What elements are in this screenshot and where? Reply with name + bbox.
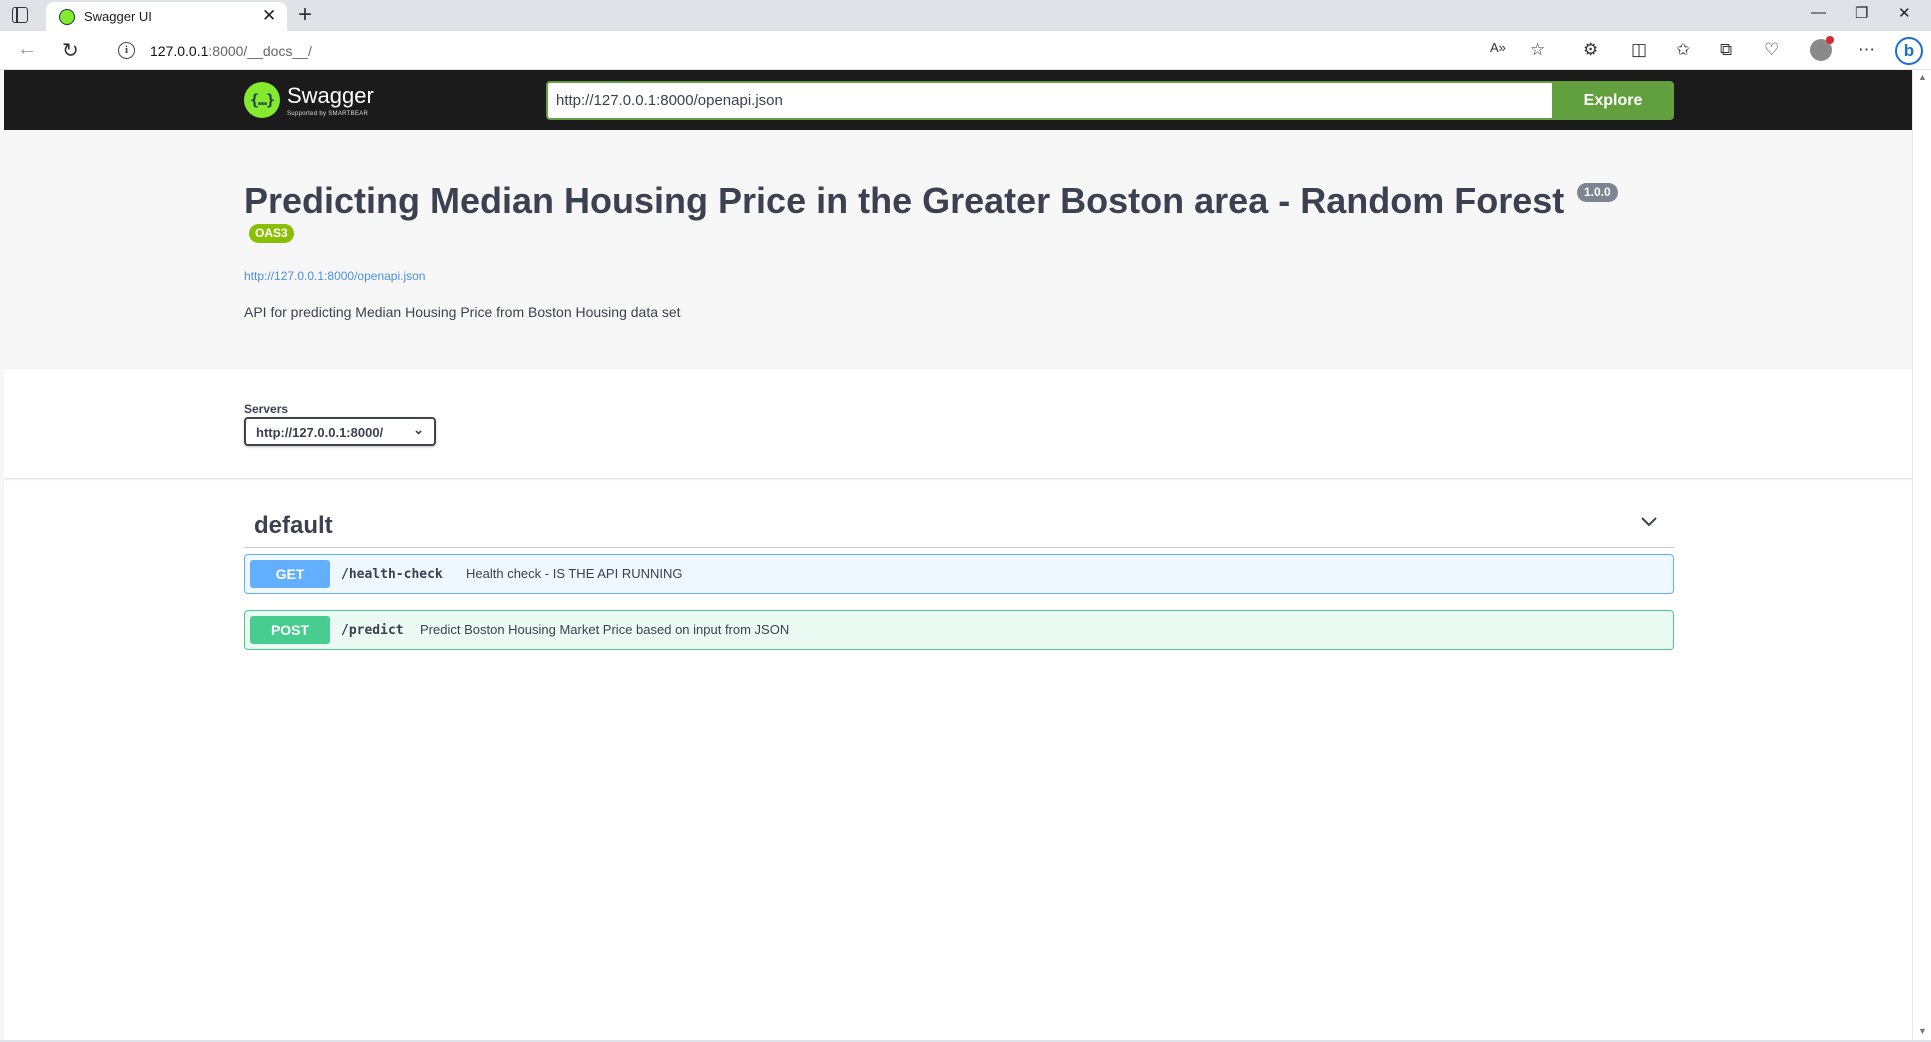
swagger-favicon-icon	[59, 9, 75, 25]
favorite-star-icon[interactable]: ☆	[1530, 40, 1545, 60]
split-screen-icon[interactable]: ◫	[1631, 40, 1647, 60]
swagger-logo-icon[interactable]: {…}	[244, 82, 280, 118]
address-bar: ← ↻ i 127.0.0.1:8000/__docs__/ A» ☆ ⚙ ◫ …	[0, 31, 1931, 70]
performance-icon[interactable]: ♡	[1764, 40, 1779, 60]
oas-badge: OAS3	[249, 224, 294, 243]
spec-url-input[interactable]: http://127.0.0.1:8000/openapi.json	[546, 81, 1557, 120]
url-text: 127.0.0.1:8000/__docs__/	[150, 43, 312, 59]
api-title: Predicting Median Housing Price in the G…	[244, 180, 1565, 221]
site-info-icon[interactable]: i	[118, 42, 135, 59]
page-scrollbar[interactable]: ▲ ▼	[1912, 70, 1931, 1042]
bing-copilot-icon[interactable]: b	[1895, 37, 1923, 65]
swagger-logo-text: Swagger	[287, 83, 374, 108]
method-badge: GET	[250, 560, 330, 588]
chevron-down-icon: ⌄	[413, 422, 424, 437]
operation-path: /health-check	[341, 567, 443, 582]
close-tab-icon[interactable]: ✕	[262, 6, 276, 26]
more-menu-icon[interactable]: ⋯	[1858, 40, 1875, 60]
new-tab-icon[interactable]: +	[298, 1, 312, 29]
servers-selected-value: http://127.0.0.1:8000/	[256, 425, 384, 440]
browser-tab[interactable]: Swagger UI ✕	[46, 2, 287, 31]
minimize-icon[interactable]: —	[1811, 4, 1826, 21]
scroll-up-icon[interactable]: ▲	[1918, 72, 1927, 82]
operation-post-predict[interactable]: POST /predict Predict Boston Housing Mar…	[244, 610, 1674, 650]
url-host: 127.0.0.1	[150, 43, 209, 59]
api-description: API for predicting Median Housing Price …	[244, 304, 681, 320]
back-icon[interactable]: ←	[17, 38, 37, 61]
spec-link[interactable]: http://127.0.0.1:8000/openapi.json	[244, 269, 425, 283]
refresh-icon[interactable]: ↻	[62, 38, 79, 63]
swagger-topbar: {…} Swagger Supported by SMARTBEAR http:…	[4, 70, 1912, 130]
operation-summary: Health check - IS THE API RUNNING	[466, 566, 683, 581]
tab-title: Swagger UI	[84, 9, 152, 24]
read-aloud-icon[interactable]: A»	[1490, 40, 1506, 55]
extensions-icon[interactable]: ⚙	[1583, 40, 1598, 60]
browser-tab-bar: Swagger UI ✕ + — ❐ ✕	[0, 0, 1931, 31]
close-window-icon[interactable]: ✕	[1898, 4, 1911, 22]
servers-select[interactable]: http://127.0.0.1:8000/ ⌄	[244, 417, 436, 446]
operation-get-health-check[interactable]: GET /health-check Health check - IS THE …	[244, 554, 1674, 594]
restore-icon[interactable]: ❐	[1855, 4, 1868, 22]
servers-label: Servers	[244, 402, 289, 416]
explore-button[interactable]: Explore	[1552, 81, 1674, 120]
swagger-logo-subtext: Supported by SMARTBEAR	[287, 111, 369, 117]
version-badge: 1.0.0	[1577, 183, 1618, 202]
tag-section-header[interactable]: default	[244, 506, 1674, 548]
url-field[interactable]: i 127.0.0.1:8000/__docs__/	[102, 35, 1582, 66]
page-viewport: {…} Swagger Supported by SMARTBEAR http:…	[4, 70, 1912, 1042]
servers-section: Servers http://127.0.0.1:8000/ ⌄	[4, 369, 1912, 478]
operation-summary: Predict Boston Housing Market Price base…	[420, 622, 790, 637]
method-badge: POST	[250, 616, 330, 644]
operation-path: /predict	[341, 623, 404, 638]
tab-actions-icon[interactable]	[12, 7, 28, 23]
scroll-down-icon[interactable]: ▼	[1918, 1026, 1927, 1036]
favorites-icon[interactable]: ✩	[1676, 40, 1690, 60]
tag-name: default	[254, 512, 333, 539]
collections-icon[interactable]: ⧉	[1720, 40, 1732, 60]
collapse-chevron-icon[interactable]	[1638, 510, 1660, 532]
profile-notification-dot	[1826, 36, 1834, 44]
url-path: :8000/__docs__/	[208, 43, 312, 59]
